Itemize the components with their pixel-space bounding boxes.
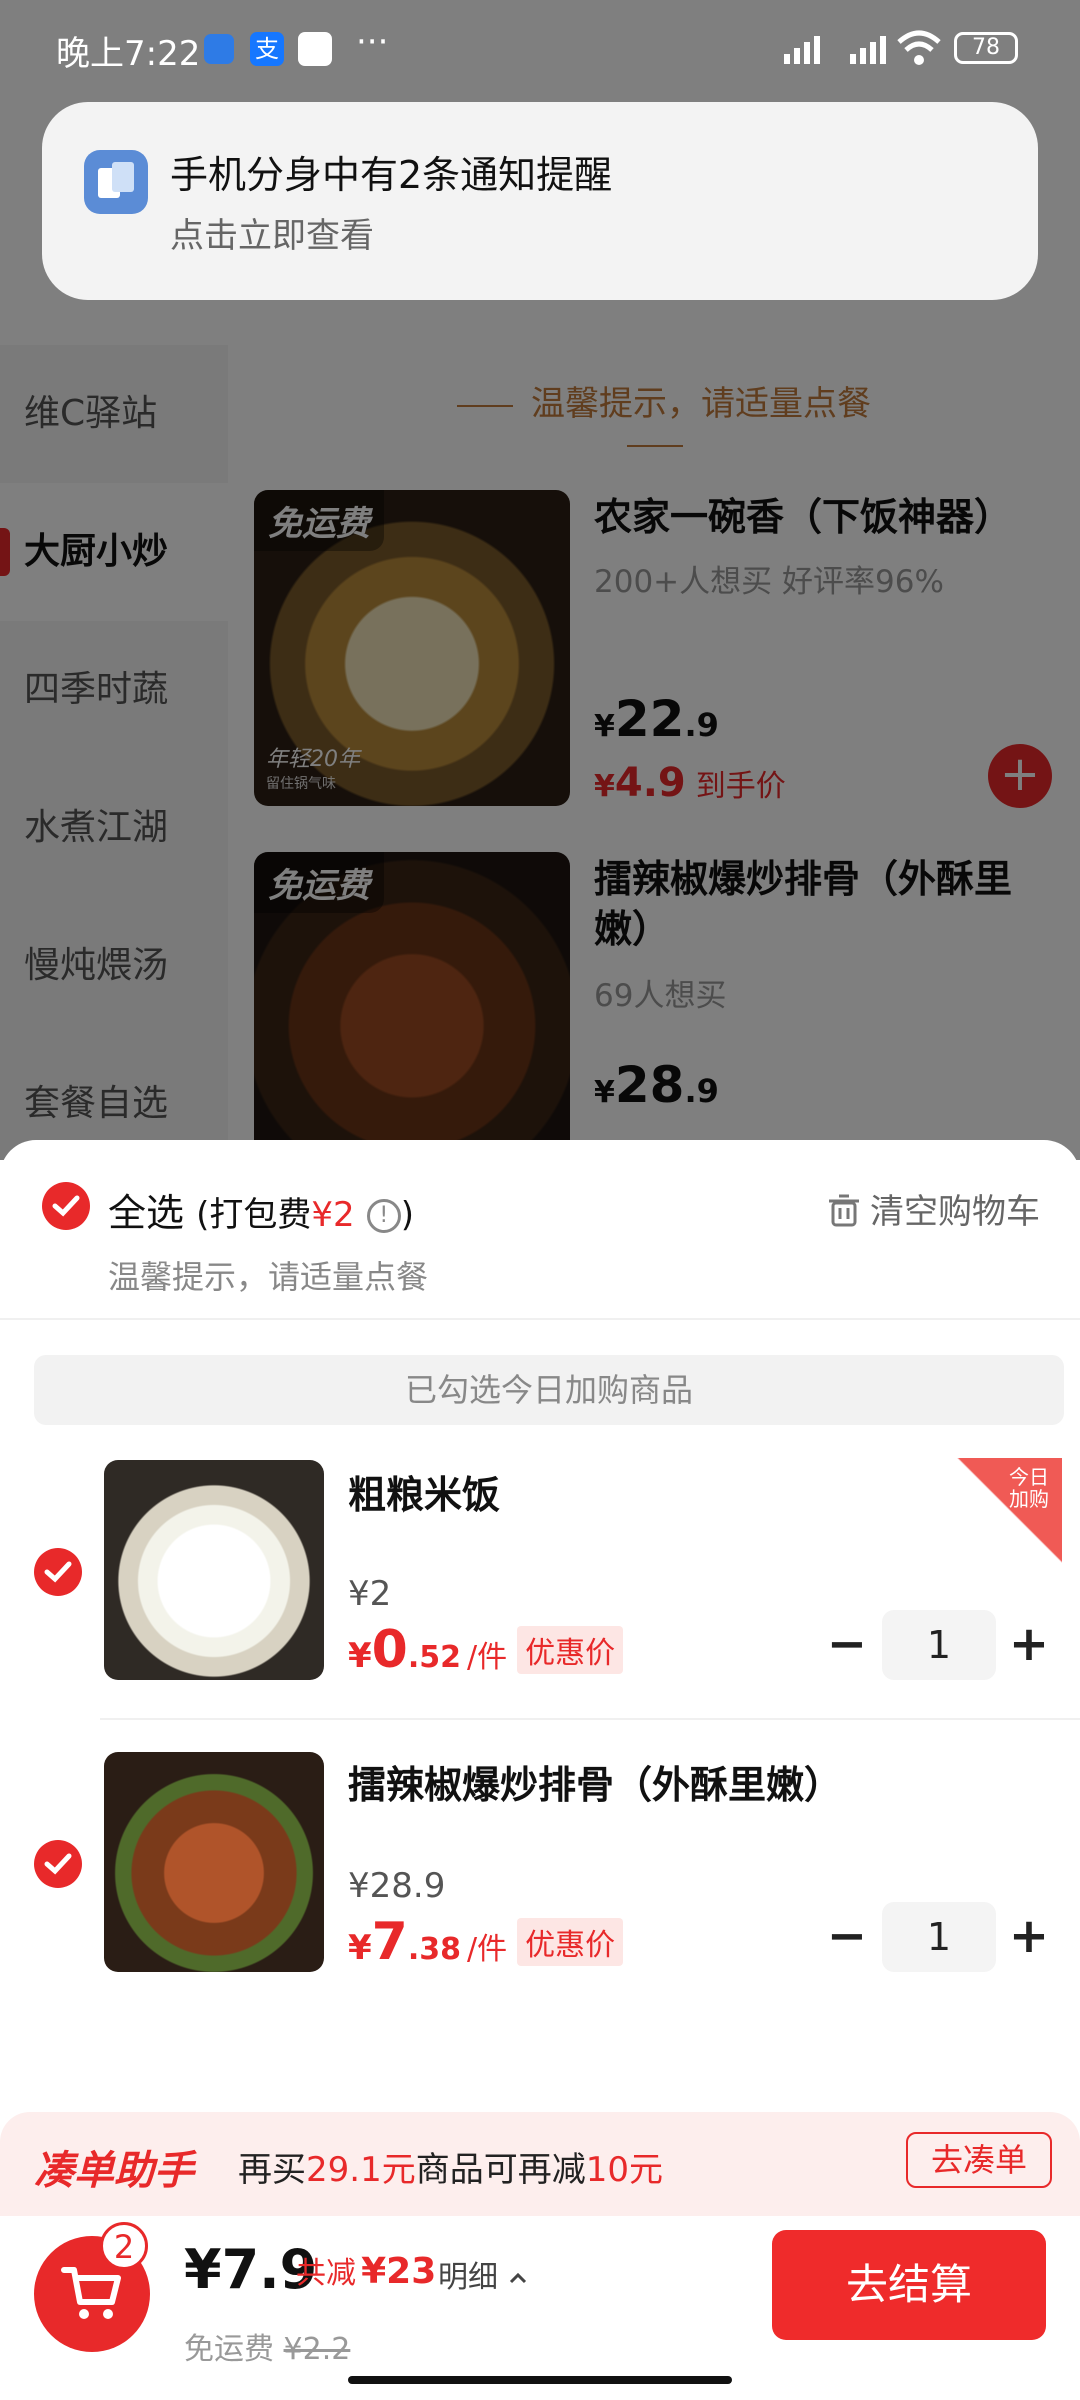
shipping-note: 免运费 ¥2.2 <box>184 2332 351 2367</box>
notification-subtitle: 点击立即查看 <box>170 216 374 256</box>
divider <box>0 1318 1080 1320</box>
qty-increase-button[interactable]: + <box>1004 1912 1054 1962</box>
today-add-ribbon: 今日加购 <box>950 1458 1062 1570</box>
divider <box>100 1718 1080 1720</box>
clone-app-icon <box>84 150 148 214</box>
deal-badge: 优惠价 <box>517 1626 624 1674</box>
helper-title: 凑单助手 <box>34 2148 194 2194</box>
qty-decrease-button[interactable]: − <box>822 1620 872 1670</box>
item-deal-price: ¥7.38/件 优惠价 <box>348 1912 624 1972</box>
notification-banner[interactable]: 手机分身中有2条通知提醒 点击立即查看 <box>42 102 1038 300</box>
price-detail-link[interactable]: 明细 <box>438 2252 528 2296</box>
item-checkbox[interactable] <box>34 1840 82 1888</box>
selected-today-bar: 已勾选今日加购商品 <box>34 1355 1064 1425</box>
qty-decrease-button[interactable]: − <box>822 1912 872 1962</box>
cart-icon <box>61 2267 121 2319</box>
checkout-button[interactable]: 去结算 <box>772 2230 1046 2340</box>
select-all-label: 全选 (打包费¥2 !) <box>108 1191 414 1235</box>
qty-value[interactable]: 1 <box>882 1610 996 1680</box>
app-icon <box>204 34 234 64</box>
cart-count-badge: 2 <box>100 2222 148 2270</box>
saved-amount: 共减 ¥23 <box>296 2251 437 2292</box>
item-image[interactable] <box>104 1752 324 1972</box>
item-image[interactable] <box>104 1460 324 1680</box>
wifi-icon <box>897 30 941 65</box>
chevron-up-icon <box>509 2272 526 2284</box>
info-icon[interactable]: ! <box>366 1198 401 1233</box>
qty-value[interactable]: 1 <box>882 1902 996 1972</box>
item-checkbox[interactable] <box>34 1548 82 1596</box>
item-deal-price: ¥0.52/件 优惠价 <box>348 1620 624 1680</box>
helper-text: 再买29.1元商品可再减10元 <box>238 2150 663 2190</box>
checkout-bar: 2 ¥7.9 共减 ¥23 明细 免运费 ¥2.2 去结算 <box>0 2216 1080 2400</box>
item-original-price: ¥2 <box>348 1574 392 1614</box>
notification-title: 手机分身中有2条通知提醒 <box>170 153 613 197</box>
bundle-helper-bar: 凑单助手 再买29.1元商品可再减10元 去凑单 <box>0 2112 1080 2216</box>
alipay-icon: 支 <box>250 32 284 66</box>
play-icon <box>298 32 332 66</box>
item-name: 擂辣椒爆炒排骨（外酥里嫩） <box>348 1763 843 1807</box>
battery-icon: 78 <box>954 32 1018 64</box>
signal-icon <box>784 36 886 64</box>
trash-icon <box>829 1194 859 1227</box>
qty-increase-button[interactable]: + <box>1004 1620 1054 1670</box>
add-more-button[interactable]: 去凑单 <box>906 2132 1052 2188</box>
status-bar: 晚上7:22 支 ··· 78 <box>0 0 1080 96</box>
status-time: 晚上7:22 <box>56 34 201 74</box>
clear-cart-button[interactable]: 清空购物车 <box>826 1184 1040 1233</box>
home-indicator[interactable] <box>348 2376 732 2384</box>
item-original-price: ¥28.9 <box>348 1866 446 1906</box>
item-name: 粗粮米饭 <box>348 1473 501 1517</box>
deal-badge: 优惠价 <box>517 1918 624 1966</box>
select-all-checkbox[interactable] <box>42 1182 90 1230</box>
more-status-icon: ··· <box>356 22 389 62</box>
sheet-tip: 温馨提示，请适量点餐 <box>108 1258 429 1296</box>
